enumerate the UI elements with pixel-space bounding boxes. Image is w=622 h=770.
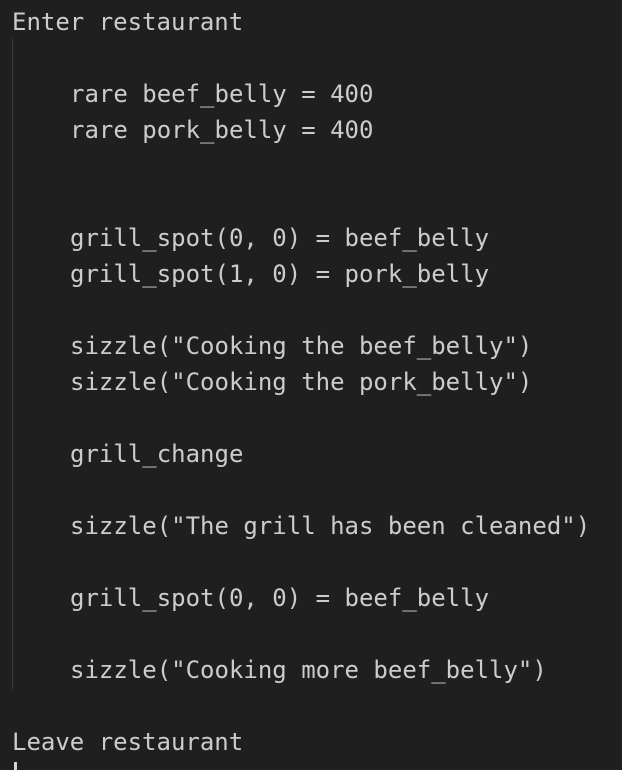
code-line-grill-change[interactable]: grill_change (70, 436, 243, 472)
code-editor[interactable]: Enter restaurant rare beef_belly = 400 r… (0, 0, 622, 770)
text-cursor (14, 762, 17, 770)
code-line-rare-beef-belly[interactable]: rare beef_belly = 400 (70, 76, 373, 112)
code-line-enter-restaurant[interactable]: Enter restaurant (12, 4, 243, 40)
code-line-rare-pork-belly[interactable]: rare pork_belly = 400 (70, 112, 373, 148)
code-line-grill-spot-pork[interactable]: grill_spot(1, 0) = pork_belly (70, 256, 489, 292)
code-line-sizzle-more-beef[interactable]: sizzle("Cooking more beef_belly") (70, 652, 547, 688)
indent-guide (12, 39, 13, 689)
code-line-sizzle-beef[interactable]: sizzle("Cooking the beef_belly") (70, 328, 532, 364)
code-line-sizzle-pork[interactable]: sizzle("Cooking the pork_belly") (70, 364, 532, 400)
code-line-grill-spot-beef-again[interactable]: grill_spot(0, 0) = beef_belly (70, 580, 489, 616)
code-line-sizzle-cleaned[interactable]: sizzle("The grill has been cleaned") (70, 508, 590, 544)
code-line-grill-spot-beef[interactable]: grill_spot(0, 0) = beef_belly (70, 220, 489, 256)
code-line-leave-restaurant[interactable]: Leave restaurant (12, 724, 243, 760)
